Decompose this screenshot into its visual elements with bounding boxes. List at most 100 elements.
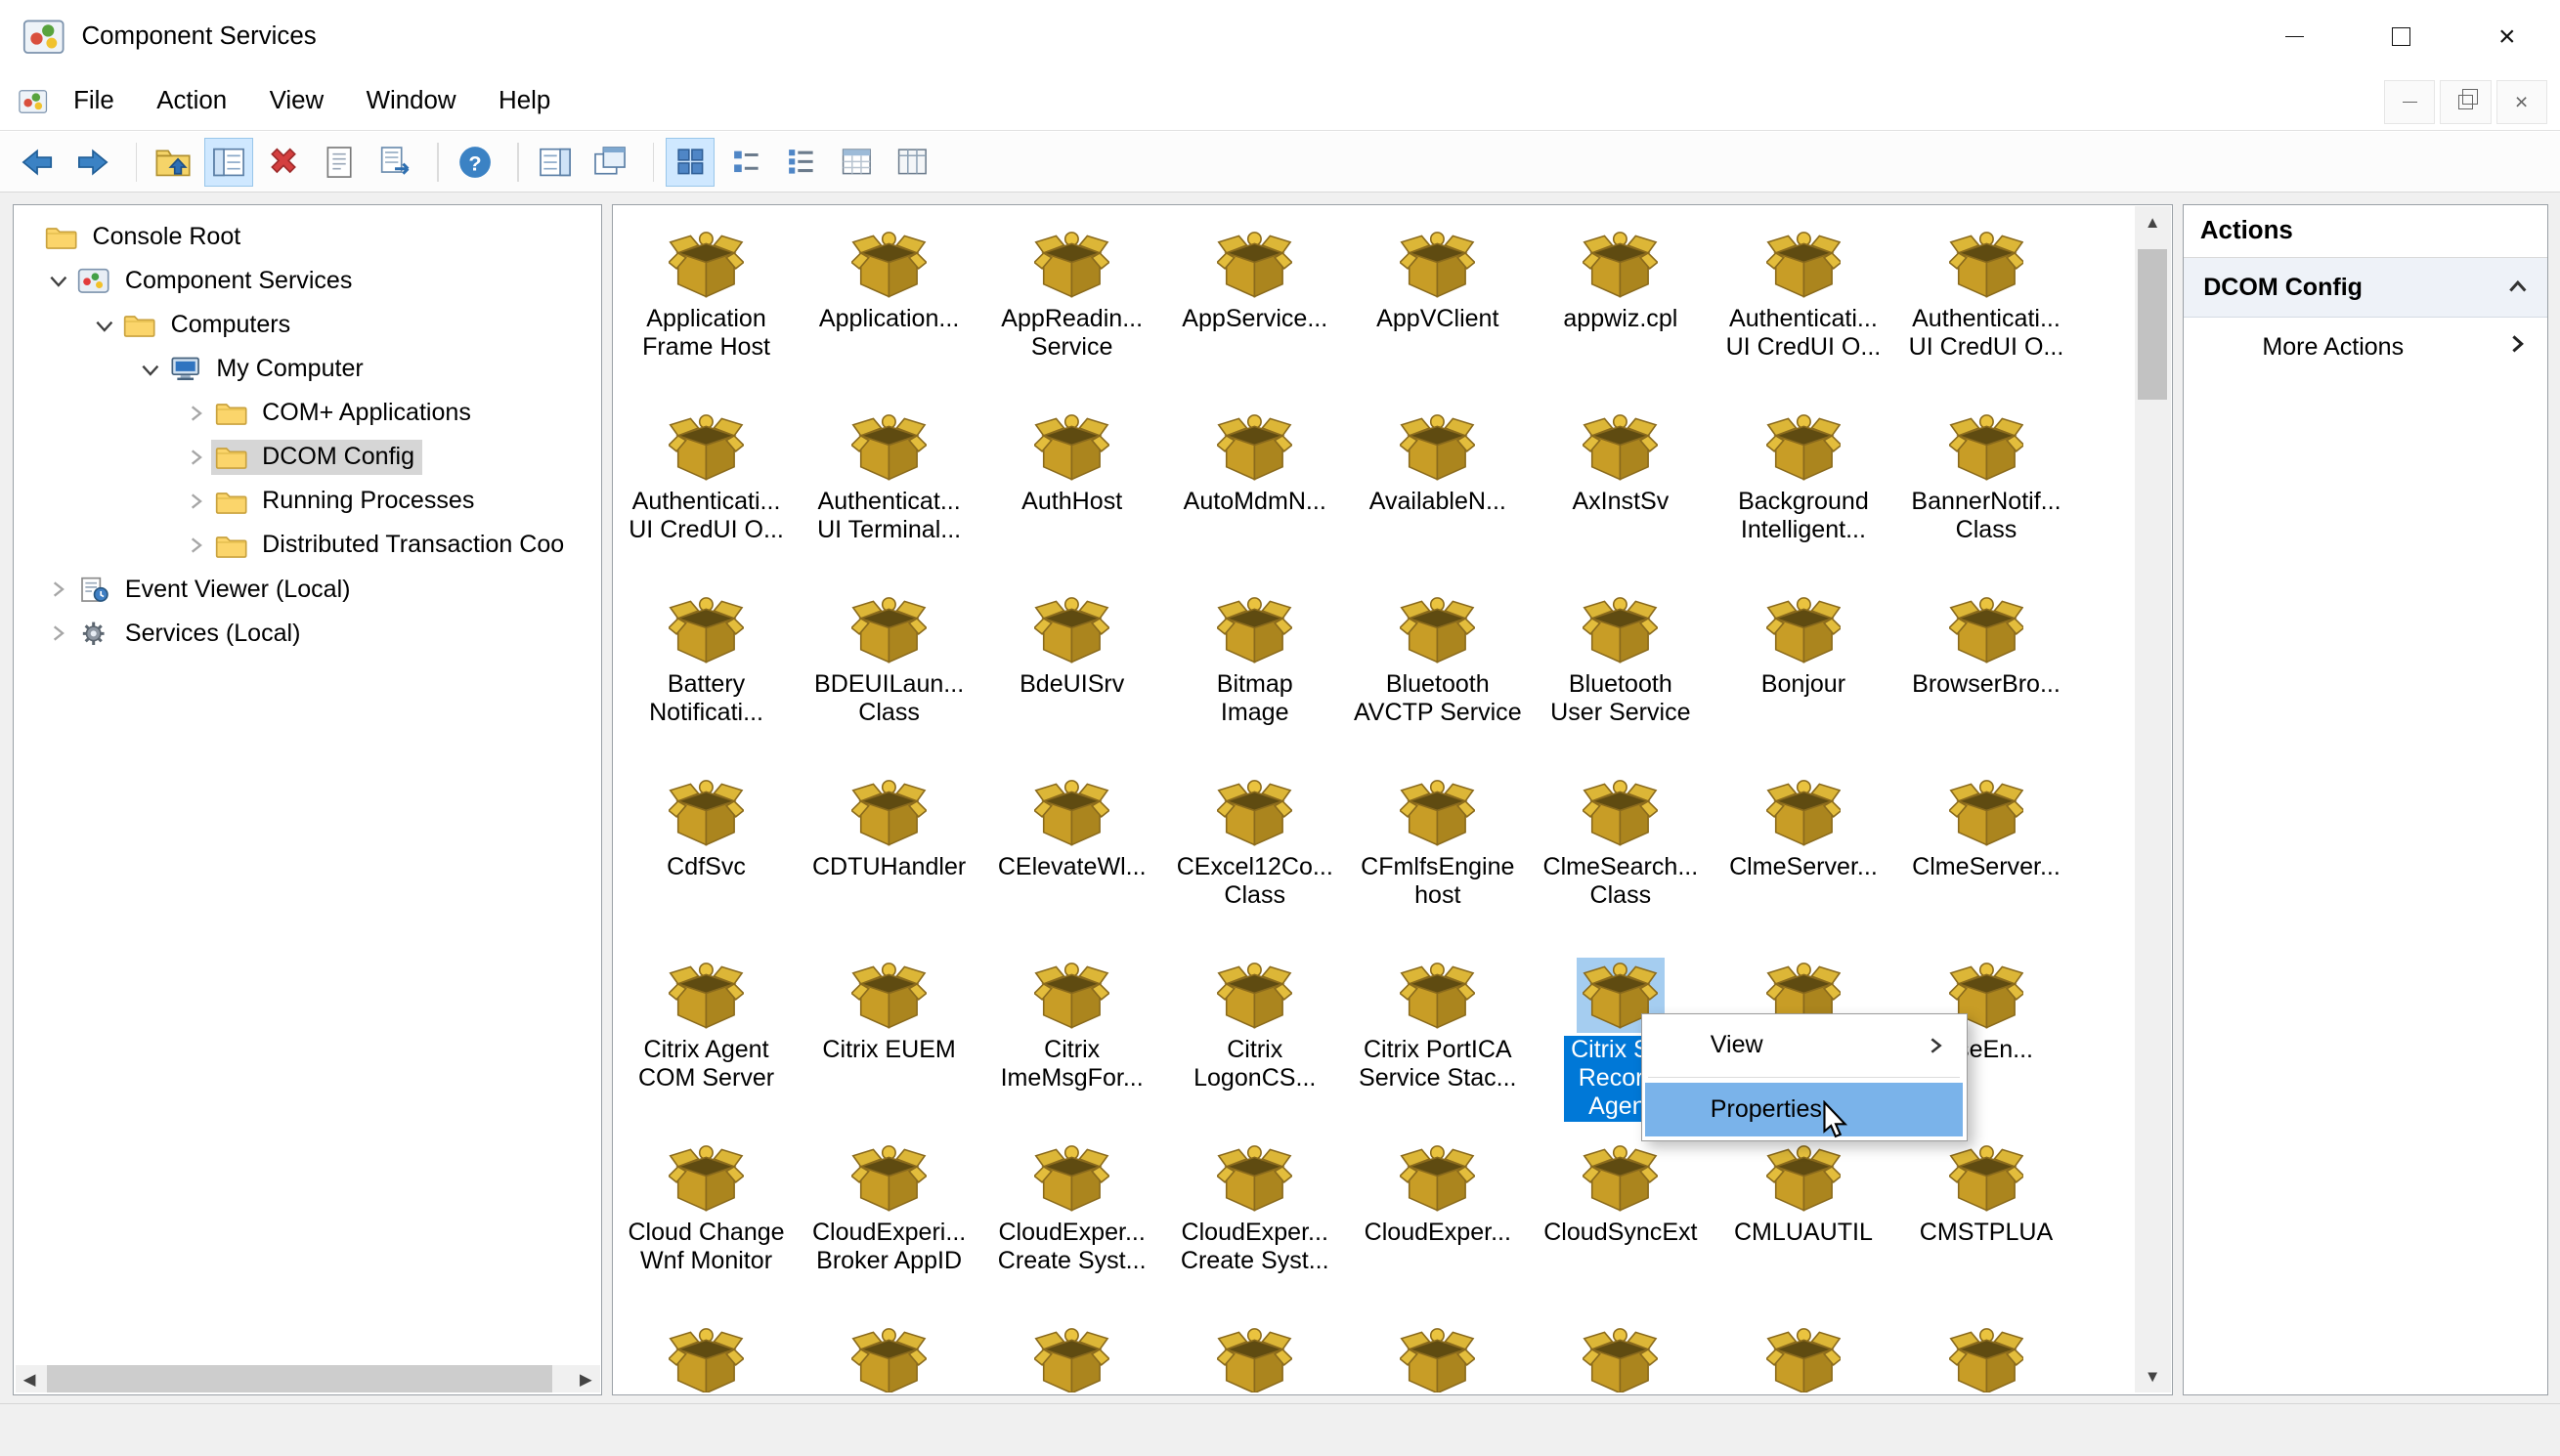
context-menu-item-view[interactable]: View — [1645, 1018, 1963, 1072]
dcom-item[interactable]: BannerNotif... Class — [1894, 401, 2077, 583]
mdi-minimize-button[interactable] — [2384, 79, 2436, 125]
dcom-item[interactable] — [798, 1315, 980, 1393]
dcom-item[interactable]: CdfSvc — [615, 766, 798, 949]
horizontal-scrollbar[interactable]: ◀ ▶ — [16, 1365, 600, 1393]
dcom-item[interactable] — [615, 1315, 798, 1393]
close-button[interactable]: × — [2453, 0, 2560, 73]
dcom-item[interactable]: CDTUHandler — [798, 766, 980, 949]
dcom-item[interactable]: AuthHost — [980, 401, 1163, 583]
help-button[interactable]: ? — [451, 138, 499, 187]
dcom-item[interactable]: CloudExper... — [1346, 1132, 1529, 1314]
dcom-item[interactable]: BrowserBro... — [1894, 583, 2077, 766]
dcom-item[interactable]: CloudExperi... Broker AppID — [798, 1132, 980, 1314]
menu-help[interactable]: Help — [477, 73, 572, 129]
scroll-left-icon[interactable]: ◀ — [16, 1365, 43, 1392]
collapse-chevron-icon[interactable] — [2507, 274, 2529, 302]
horizontal-scroll-thumb[interactable] — [46, 1365, 553, 1393]
dcom-item[interactable]: CMLUAUTIL — [1712, 1132, 1894, 1314]
chevron-closed-icon[interactable] — [179, 404, 211, 423]
dcom-item[interactable]: appwiz.cpl — [1529, 218, 1712, 401]
dcom-item[interactable]: ClmeServer... — [1712, 766, 1894, 949]
dcom-item[interactable]: Authenticati... UI CredUI O... — [615, 401, 798, 583]
tree-item-dcom-config[interactable]: DCOM Config — [16, 435, 600, 479]
scroll-right-icon[interactable]: ▶ — [572, 1365, 599, 1392]
vertical-scrollbar[interactable]: ▲ ▼ — [2134, 206, 2171, 1393]
dcom-item[interactable] — [980, 1315, 1163, 1393]
menu-file[interactable]: File — [52, 73, 135, 129]
dcom-item[interactable]: Bonjour — [1712, 583, 1894, 766]
chevron-closed-icon[interactable] — [42, 623, 74, 643]
chevron-closed-icon[interactable] — [42, 579, 74, 599]
dcom-item[interactable]: CMSTPLUA — [1894, 1132, 2077, 1314]
dcom-item[interactable]: AppService... — [1163, 218, 1346, 401]
dcom-item[interactable]: AxInstSv — [1529, 401, 1712, 583]
scroll-up-icon[interactable]: ▲ — [2135, 206, 2171, 238]
dcom-item[interactable]: Citrix PortICA Service Stac... — [1346, 949, 1529, 1132]
dcom-item[interactable]: Authenticat... UI Terminal... — [798, 401, 980, 583]
dcom-item[interactable] — [1346, 1315, 1529, 1393]
chevron-closed-icon[interactable] — [179, 448, 211, 467]
menu-action[interactable]: Action — [136, 73, 248, 129]
dcom-item[interactable]: CloudExper... Create Syst... — [980, 1132, 1163, 1314]
chevron-open-icon[interactable] — [133, 360, 165, 379]
tree-item-component-services[interactable]: Component Services — [16, 259, 600, 303]
vertical-scroll-thumb[interactable] — [2138, 248, 2168, 400]
large-icons-view-button[interactable] — [666, 137, 716, 187]
dcom-item[interactable]: Authenticati... UI CredUI O... — [1894, 218, 2077, 401]
maximize-button[interactable] — [2348, 0, 2454, 73]
export-list-button[interactable] — [370, 138, 419, 187]
dcom-item[interactable]: Battery Notificati... — [615, 583, 798, 766]
delete-button[interactable] — [259, 138, 308, 187]
tree-item-com-applications[interactable]: COM+ Applications — [16, 391, 600, 435]
dcom-item[interactable]: Application Frame Host — [615, 218, 798, 401]
chevron-open-icon[interactable] — [42, 271, 74, 290]
dcom-item[interactable]: CElevateWl... — [980, 766, 1163, 949]
dcom-item[interactable]: Citrix ImeMsgFor... — [980, 949, 1163, 1132]
dcom-item[interactable]: AutoMdmN... — [1163, 401, 1346, 583]
menu-view[interactable]: View — [248, 73, 345, 129]
forward-button[interactable] — [68, 138, 117, 187]
more-actions-button[interactable]: More Actions — [2184, 318, 2547, 376]
mdi-restore-button[interactable] — [2440, 79, 2492, 125]
dcom-item[interactable]: Citrix EUEM — [798, 949, 980, 1132]
show-hide-action-pane-button[interactable] — [531, 138, 580, 187]
tree-item-distributed-transaction-coo[interactable]: Distributed Transaction Coo — [16, 523, 600, 567]
dcom-item[interactable] — [1894, 1315, 2077, 1393]
dcom-item[interactable]: CloudExper... Create Syst... — [1163, 1132, 1346, 1314]
dcom-item[interactable] — [1712, 1315, 1894, 1393]
dcom-item[interactable]: AvailableN... — [1346, 401, 1529, 583]
up-one-level-button[interactable] — [149, 138, 197, 187]
scroll-down-icon[interactable]: ▼ — [2135, 1360, 2171, 1392]
mdi-close-button[interactable]: × — [2495, 79, 2547, 125]
tree-item-computers[interactable]: Computers — [16, 303, 600, 347]
customize-view-button[interactable] — [888, 138, 936, 187]
details-view-button[interactable] — [832, 138, 881, 187]
dcom-item[interactable]: Citrix LogonCS... — [1163, 949, 1346, 1132]
dcom-item[interactable]: Cloud Change Wnf Monitor — [615, 1132, 798, 1314]
dcom-item[interactable]: ClmeSearch... Class — [1529, 766, 1712, 949]
dcom-item[interactable]: Bitmap Image — [1163, 583, 1346, 766]
actions-section-header[interactable]: DCOM Config — [2184, 258, 2548, 319]
dcom-item[interactable]: Application... — [798, 218, 980, 401]
dcom-item[interactable] — [1163, 1315, 1346, 1393]
minimize-button[interactable] — [2241, 0, 2348, 73]
properties-button[interactable] — [315, 138, 364, 187]
dcom-item[interactable]: Background Intelligent... — [1712, 401, 1894, 583]
dcom-item[interactable]: BdeUISrv — [980, 583, 1163, 766]
back-button[interactable] — [13, 138, 62, 187]
tree-item-event-viewer-local[interactable]: Event Viewer (Local) — [16, 568, 600, 612]
chevron-closed-icon[interactable] — [179, 535, 211, 555]
chevron-open-icon[interactable] — [88, 316, 120, 335]
dcom-item[interactable]: ClmeServer... — [1894, 766, 2077, 949]
dcom-item[interactable]: Bluetooth AVCTP Service — [1346, 583, 1529, 766]
new-window-button[interactable] — [586, 138, 634, 187]
dcom-item[interactable] — [1529, 1315, 1712, 1393]
show-hide-console-tree-button[interactable] — [203, 137, 253, 187]
dcom-item[interactable]: BDEUILaun... Class — [798, 583, 980, 766]
dcom-item[interactable]: AppReadin... Service — [980, 218, 1163, 401]
context-menu-item-properties[interactable]: Properties — [1644, 1083, 1964, 1137]
dcom-item[interactable]: CFmlfsEngine host — [1346, 766, 1529, 949]
tree-item-running-processes[interactable]: Running Processes — [16, 479, 600, 523]
horizontal-scroll-track[interactable] — [43, 1365, 572, 1393]
tree-item-services-local[interactable]: Services (Local) — [16, 612, 600, 656]
